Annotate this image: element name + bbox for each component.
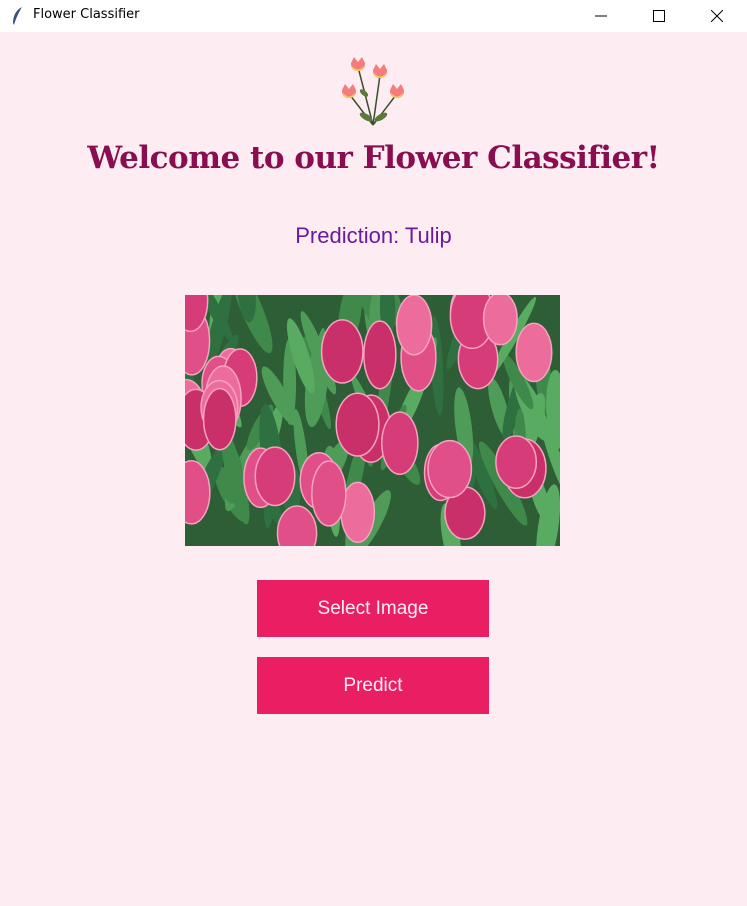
page-title: Welcome to our Flower Classifier! bbox=[87, 140, 660, 176]
minimize-icon bbox=[595, 15, 607, 17]
predict-button[interactable]: Predict bbox=[257, 657, 489, 714]
maximize-icon bbox=[653, 10, 665, 22]
tulip-bouquet-icon bbox=[342, 57, 404, 126]
prediction-label: Prediction: Tulip bbox=[295, 223, 452, 248]
close-icon bbox=[711, 10, 723, 22]
maximize-button[interactable] bbox=[636, 0, 682, 32]
tulip-photo bbox=[185, 295, 560, 546]
close-button[interactable] bbox=[694, 0, 740, 32]
title-bar: Flower Classifier bbox=[0, 0, 747, 32]
window-title: Flower Classifier bbox=[33, 7, 140, 22]
minimize-button[interactable] bbox=[578, 0, 624, 32]
select-image-button[interactable]: Select Image bbox=[257, 580, 489, 637]
feather-icon bbox=[13, 7, 22, 25]
